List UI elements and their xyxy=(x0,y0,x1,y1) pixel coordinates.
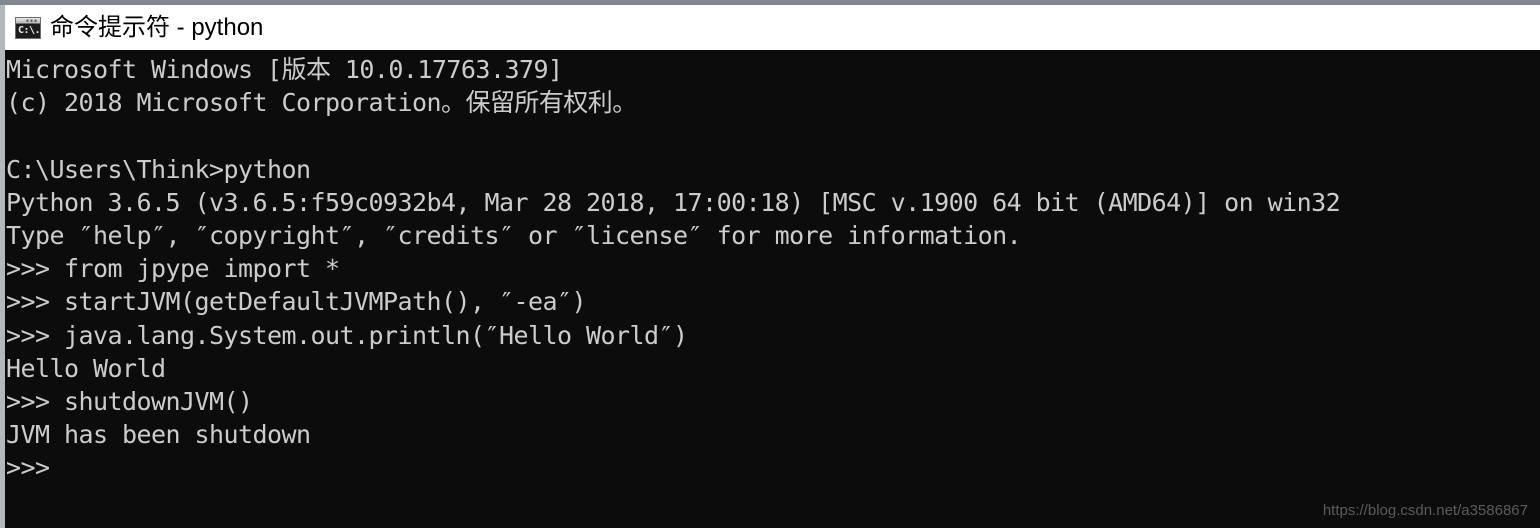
console-line-list: Microsoft Windows [版本 10.0.17763.379] (c… xyxy=(6,53,1540,484)
window-title: 命令提示符 - python xyxy=(50,13,264,41)
console-line: C:\Users\Think>python xyxy=(6,154,311,184)
console-line: >>> from jpype import * xyxy=(6,254,340,284)
watermark: https://blog.csdn.net/a3586867 xyxy=(1322,502,1528,519)
console-line: Hello World xyxy=(6,353,166,383)
command-prompt-window: ▪▪▪ C:\. 命令提示符 - python Microsoft Window… xyxy=(0,0,1540,528)
icon-prompt-glyph: C:\. xyxy=(18,24,41,36)
title-bar[interactable]: ▪▪▪ C:\. 命令提示符 - python xyxy=(5,5,1540,50)
console-line: JVM has been shutdown xyxy=(6,420,311,450)
command-prompt-icon[interactable]: ▪▪▪ C:\. xyxy=(15,16,41,39)
console-line: Type ″help″, ″copyright″, ″credits″ or ″… xyxy=(6,220,1022,250)
console-line: Python 3.6.5 (v3.6.5:f59c0932b4, Mar 28 … xyxy=(6,187,1341,217)
console-line: Microsoft Windows [版本 10.0.17763.379] xyxy=(6,55,563,84)
console-line: >>> shutdownJVM() xyxy=(6,386,253,416)
console-output-area[interactable]: Microsoft Windows [版本 10.0.17763.379] (c… xyxy=(5,50,1540,528)
console-line: >>> java.lang.System.out.println(″Hello … xyxy=(6,320,688,350)
console-line: >>> startJVM(getDefaultJVMPath(), ″-ea″) xyxy=(6,287,587,317)
console-line: >>> xyxy=(6,453,50,483)
console-line: (c) 2018 Microsoft Corporation。保留所有权利。 xyxy=(6,88,637,118)
